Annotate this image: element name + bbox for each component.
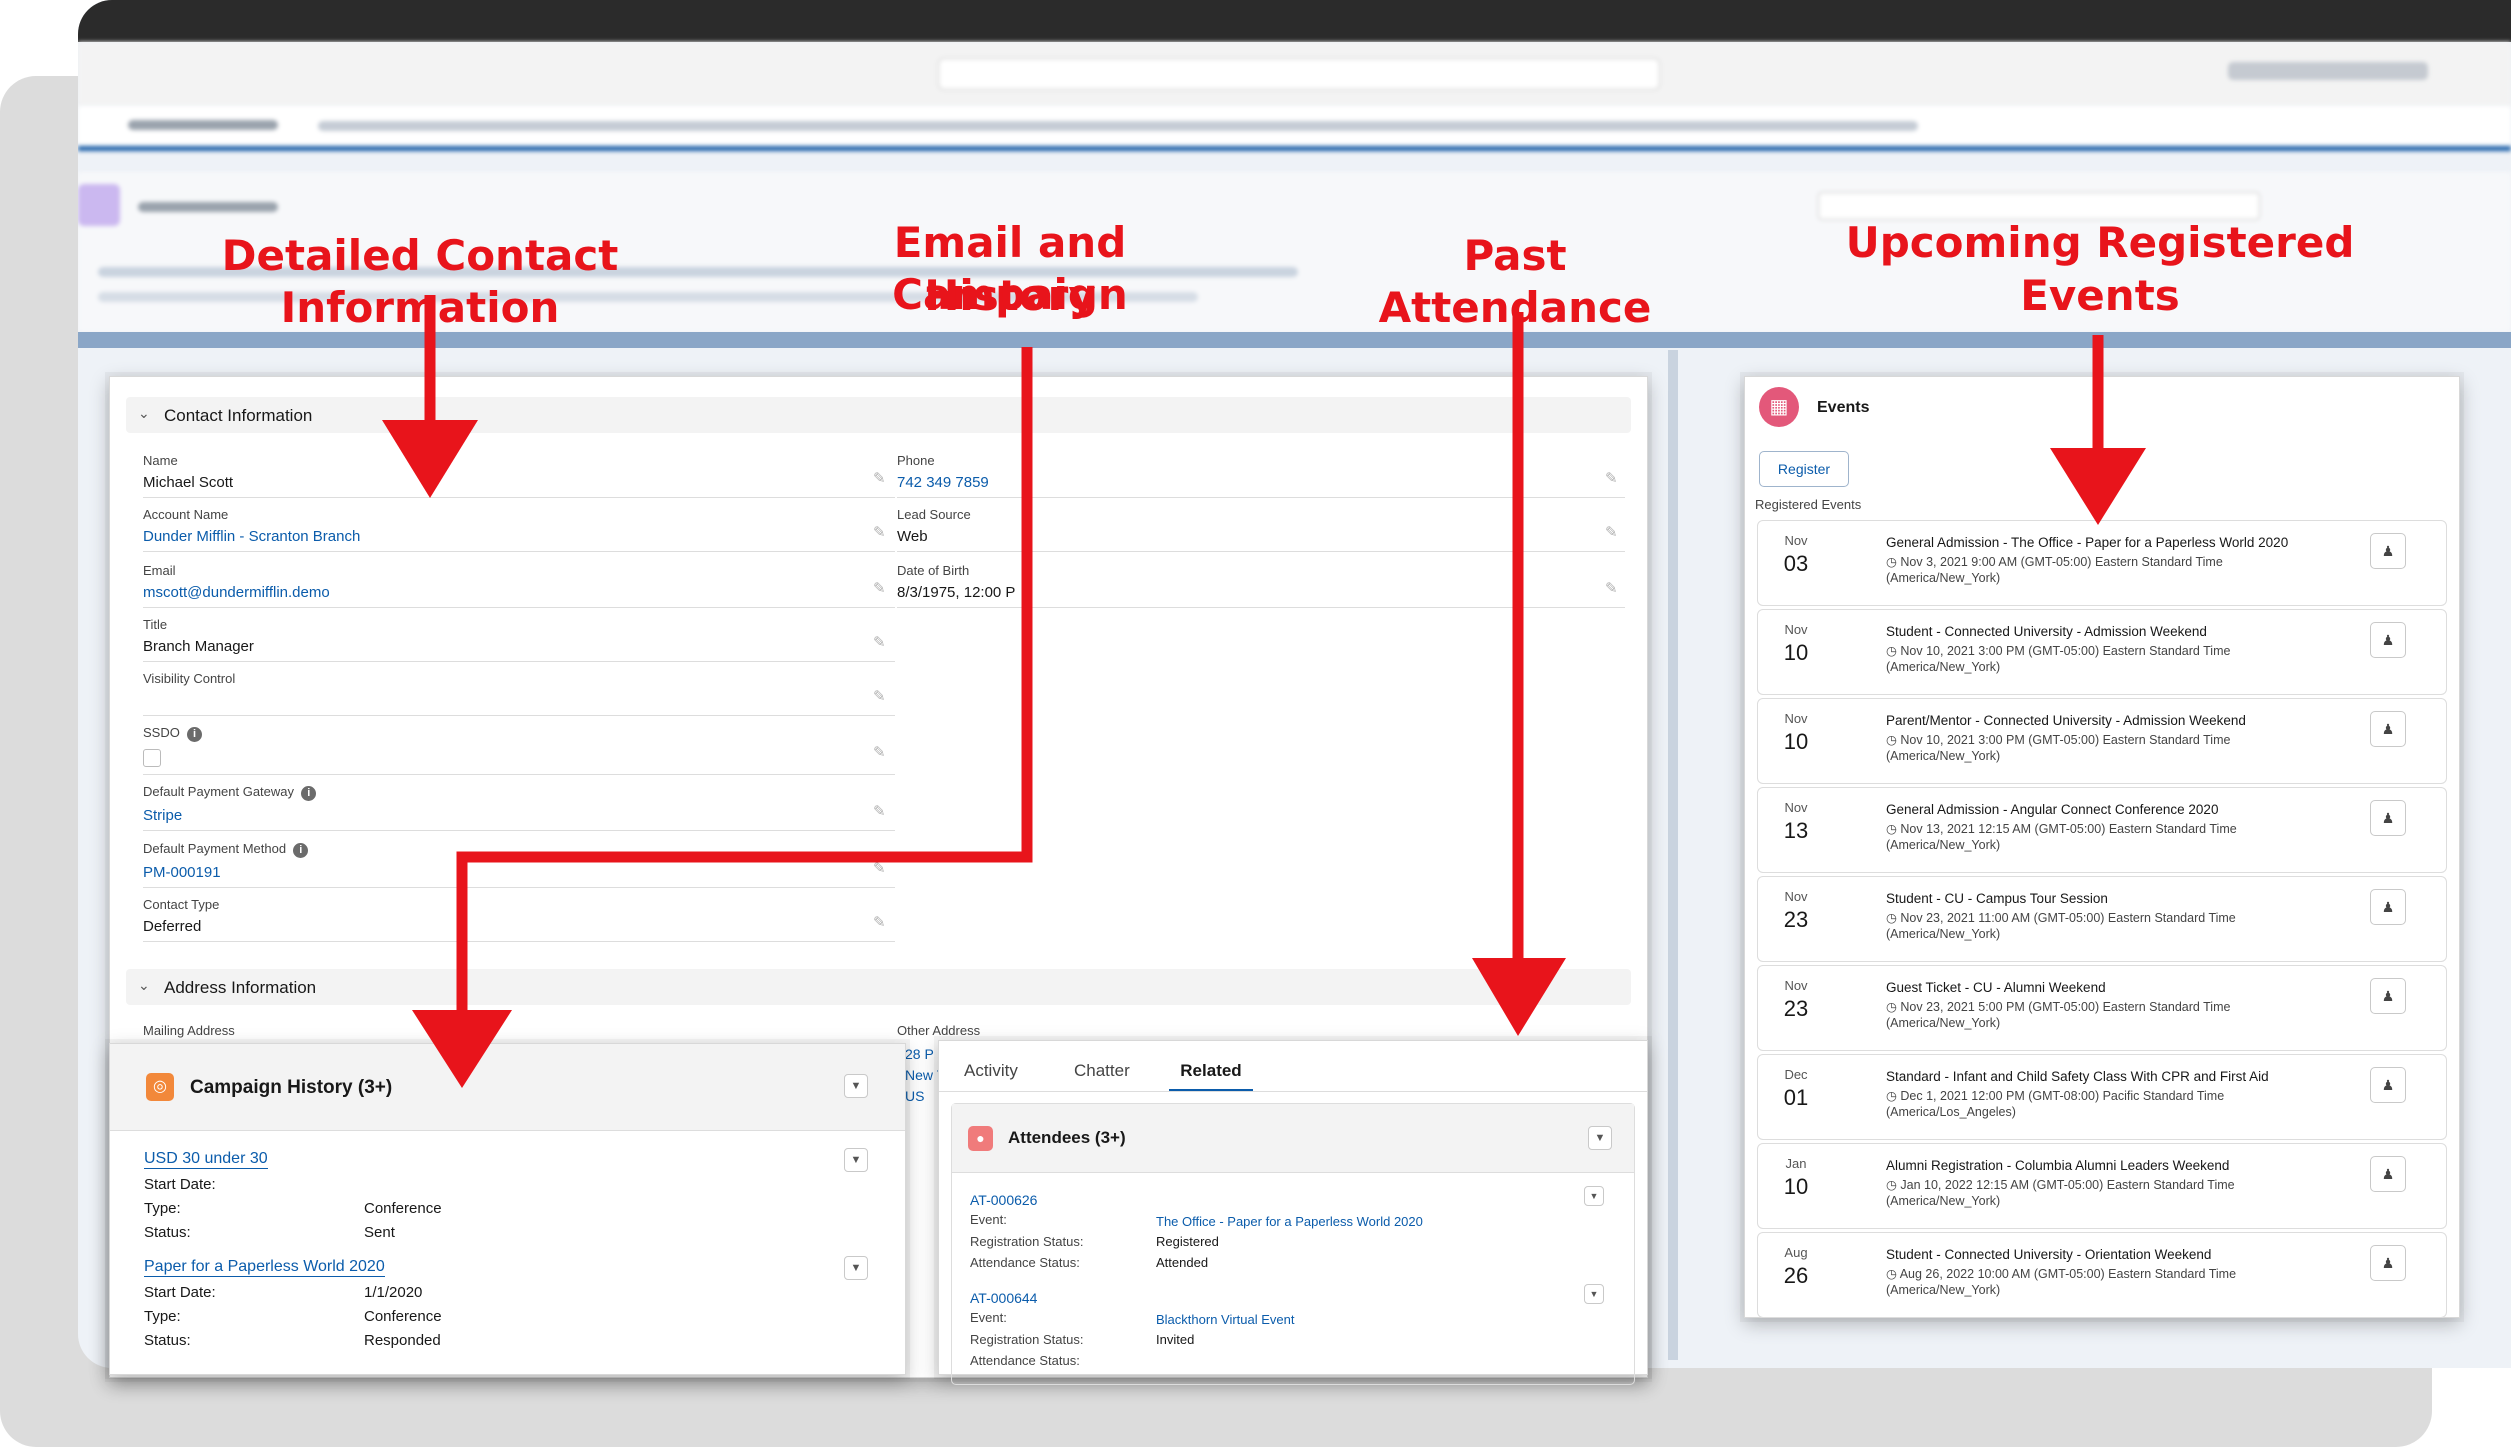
arrow-campaign-head (412, 1010, 512, 1088)
arrow-campaign-shaft (456, 347, 1033, 1010)
arrow-contact-head (382, 420, 478, 498)
arrow-past-head (1472, 958, 1566, 1036)
arrow-upcoming-head (2050, 448, 2146, 525)
annotation-arrows (382, 295, 2146, 1088)
